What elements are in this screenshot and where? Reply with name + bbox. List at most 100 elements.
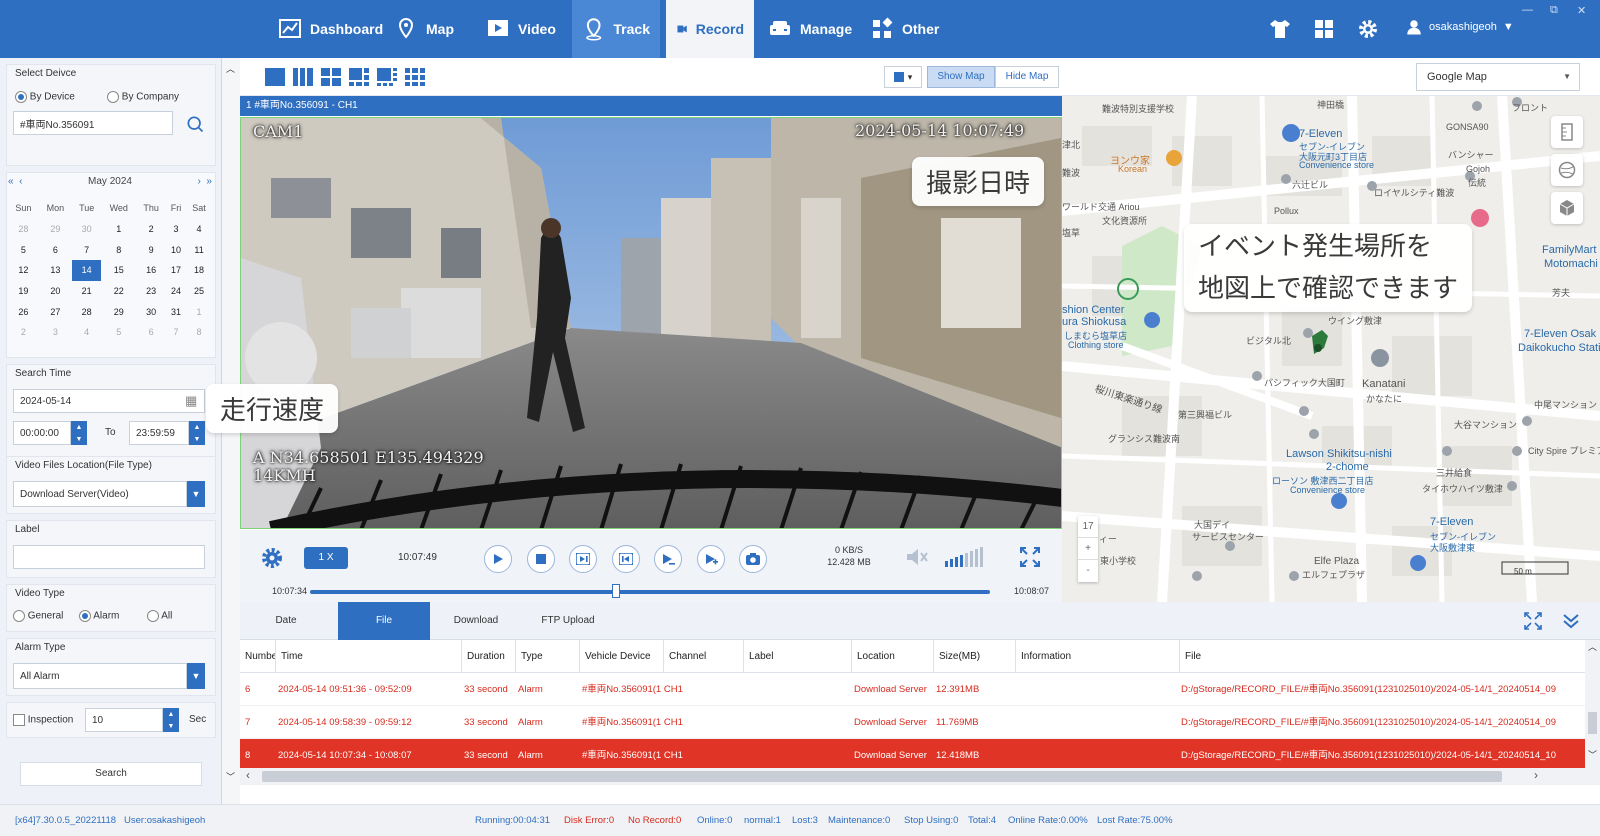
device-search-input[interactable]: #車両No.356091 [13,111,173,135]
calendar-icon[interactable]: ▦ [185,393,197,409]
snapshot-button[interactable] [739,545,767,573]
inspection-stepper[interactable]: ▲ ▼ [163,708,179,732]
calendar-day[interactable]: 4 [186,219,212,240]
calendar-day[interactable]: 8 [186,322,212,343]
time-from-input[interactable]: 00:00:00 [13,421,71,445]
date-input[interactable]: 2024-05-14 [13,389,205,413]
calendar-day[interactable]: 29 [101,301,136,322]
tab-download[interactable]: Download [430,602,522,640]
scroll-thumb[interactable] [262,771,1502,782]
slow-play-button[interactable] [654,545,682,573]
search-icon[interactable] [185,114,205,134]
calendar-day[interactable]: 16 [136,260,166,281]
calendar-day[interactable]: 5 [101,322,136,343]
calendar-day[interactable]: 3 [166,219,186,240]
calendar-day[interactable]: 1 [101,219,136,240]
column-header[interactable]: Information [1016,640,1180,673]
calendar-day[interactable]: 30 [72,219,101,240]
vertical-scrollbar[interactable]: ︿ ﹀ [1585,640,1600,785]
time-to-input[interactable]: 23:59:59 [129,421,189,445]
inspection-checkbox[interactable]: Inspection [13,714,73,726]
calendar-day[interactable]: 8 [101,240,136,261]
calendar-day[interactable]: 4 [72,322,101,343]
table-row[interactable]: 7 2024-05-14 09:58:39 - 09:59:12 33 second… [240,706,1585,739]
column-header[interactable]: Duration [462,640,516,673]
calendar-day[interactable]: 9 [136,240,166,261]
settings-icon[interactable] [260,546,284,570]
progress-track[interactable] [310,590,990,594]
calendar-day[interactable]: 5 [8,240,39,261]
nav-track[interactable]: Track [572,0,660,58]
map-tool-button[interactable] [1551,116,1583,148]
calendar-nav-prev[interactable]: « ‹ [8,176,22,187]
search-button[interactable]: Search [20,762,202,786]
calendar-day[interactable]: 2 [136,219,166,240]
calendar-day[interactable]: 18 [186,260,212,281]
calendar-day[interactable]: 24 [166,281,186,302]
calendar-day[interactable]: 31 [166,301,186,322]
step-frame-button[interactable] [569,545,597,573]
tab-date[interactable]: Date [240,602,332,640]
user-menu[interactable]: osakashigeoh ▼ [1405,18,1514,36]
calendar-day[interactable]: 26 [8,301,39,322]
zoom-out-button[interactable]: - [1078,560,1098,582]
by-device-radio[interactable]: By Device [15,91,75,103]
scroll-right-icon[interactable]: › [1534,768,1538,782]
calendar-day[interactable]: 7 [72,240,101,261]
by-company-radio[interactable]: By Company [107,91,179,103]
time-from-stepper[interactable]: ▲ ▼ [71,421,87,445]
tab-file[interactable]: File [338,602,430,640]
calendar-nav-next[interactable]: › » [198,176,212,187]
volume-level-icon[interactable] [945,547,989,567]
calendar-day[interactable]: 28 [8,219,39,240]
layout-2-icon[interactable] [292,67,314,87]
calendar-day[interactable]: 15 [101,260,136,281]
video-type-alarm-radio[interactable]: Alarm [79,610,119,622]
column-header[interactable]: Vehicle Device [580,640,664,673]
tab-ftp-upload[interactable]: FTP Upload [522,602,614,640]
alarm-type-select[interactable]: All Alarm [13,663,187,689]
calendar-day[interactable]: 7 [166,322,186,343]
column-header[interactable]: Channel [664,640,744,673]
map-provider-select[interactable]: Google Map ▼ [1416,63,1580,91]
column-header[interactable]: Location [852,640,934,673]
restore-icon[interactable]: ⧉ [1550,4,1558,17]
layout-9-icon[interactable] [404,67,426,87]
calendar-day[interactable]: 19 [8,281,39,302]
scroll-up-icon[interactable]: ︿ [1588,640,1597,653]
column-header[interactable]: Size(MB) [934,640,1016,673]
scroll-up-icon[interactable]: ︿ [226,62,235,75]
calendar-day[interactable]: 30 [136,301,166,322]
calendar-day[interactable]: 20 [39,281,73,302]
scroll-left-icon[interactable]: ‹ [246,768,250,782]
nav-manage[interactable]: Manage [758,0,862,58]
nav-other[interactable]: Other [860,0,949,58]
nav-video[interactable]: Video [476,0,566,58]
speed-rate-button[interactable]: 1 X [304,547,348,569]
map-view[interactable]: 難波特別支援学校 神田橋 7-Eleven セブン-イレブン 大阪元町3丁目店 … [1062,96,1600,602]
column-header[interactable]: Numbe [240,640,276,673]
zoom-in-button[interactable]: + [1078,538,1098,560]
horizontal-scrollbar[interactable]: ‹ › [240,768,1585,785]
video-type-all-radio[interactable]: All [147,610,172,622]
calendar-day[interactable]: 29 [39,219,73,240]
calendar-day[interactable]: 3 [39,322,73,343]
calendar-day[interactable]: 11 [186,240,212,261]
fullscreen-icon[interactable] [1020,547,1040,567]
calendar-day[interactable]: 10 [166,240,186,261]
calendar-day[interactable]: 14 [72,260,102,281]
inspection-input[interactable]: 10 [85,708,163,732]
layout-4-icon[interactable] [320,67,342,87]
calendar-day[interactable]: 21 [72,281,101,302]
calendar-day[interactable]: 22 [101,281,136,302]
map-tool-button[interactable] [1551,192,1583,224]
calendar-day[interactable]: 1 [186,301,212,322]
calendar-day[interactable]: 23 [136,281,166,302]
map-tool-button[interactable] [1551,154,1583,186]
chevron-down-icon[interactable]: ▼ [187,663,205,689]
nav-map[interactable]: Map [384,0,464,58]
scroll-thumb[interactable] [1588,712,1597,734]
nav-dashboard[interactable]: Dashboard [268,0,393,58]
mute-icon[interactable] [906,547,928,567]
layout-1-icon[interactable] [264,67,286,87]
